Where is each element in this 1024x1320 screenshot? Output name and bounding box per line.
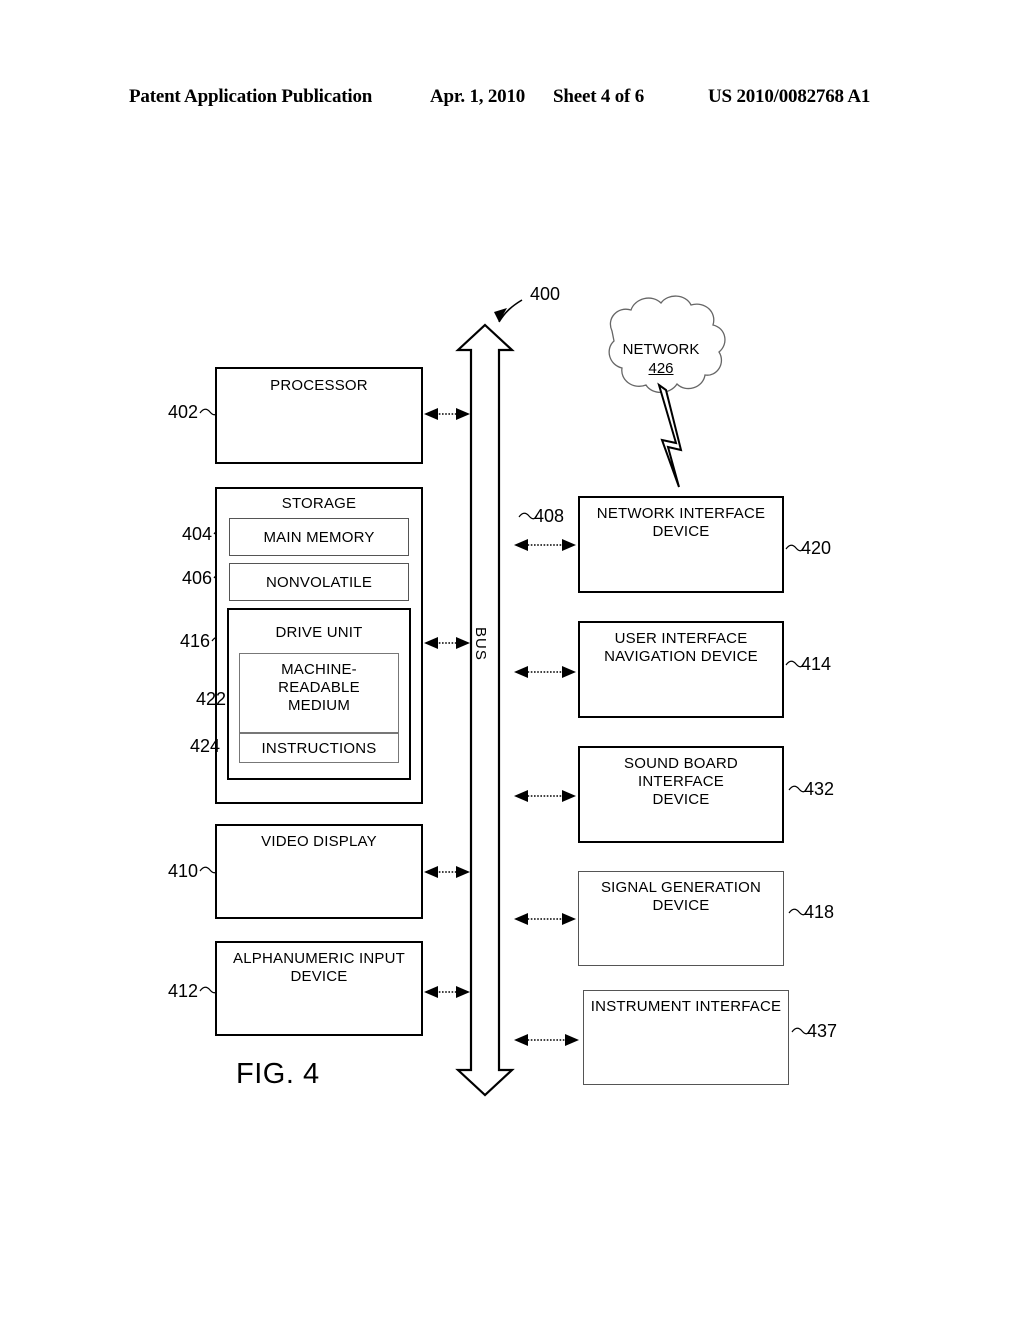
ref-414: 414 [801,654,832,674]
block-instrument-interface: INSTRUMENT INTERFACE [583,990,789,1085]
block-network-interface-device: NETWORK INTERFACE DEVICE [578,496,784,593]
bus-arrow-shape [455,323,515,1097]
block-main-memory-label: MAIN MEMORY [263,529,375,546]
ref-437: 437 [807,1021,838,1041]
figure-4-block-diagram: BUS NETWORK 426 PROCESSOR STORAGE MAIN M… [0,0,1024,1320]
connector-bus-ui-navigation [514,666,576,678]
block-sound-board-interface-device: SOUND BOARD INTERFACE DEVICE [578,746,784,843]
block-video-display: VIDEO DISPLAY [215,824,423,919]
block-machine-readable-medium: MACHINE- READABLE MEDIUM [239,653,399,733]
connector-driveunit-bus [424,637,470,649]
block-processor-label: PROCESSOR [270,377,368,394]
figure-caption: FIG. 4 [236,1058,320,1090]
connector-bus-network-interface [514,539,576,551]
block-nonvolatile-label: NONVOLATILE [265,574,373,591]
block-user-interface-navigation-device: USER INTERFACE NAVIGATION DEVICE [578,621,784,718]
ref-400-system: 400 [530,284,561,304]
connector-bus-instrument-interface [514,1034,579,1046]
ref-412: 412 [168,981,199,1001]
block-alphanumeric-input-device: ALPHANUMERIC INPUT DEVICE [215,941,423,1036]
connector-processor-bus [424,408,470,420]
block-processor: PROCESSOR [215,367,423,464]
block-sound-board-interface-device-label: SOUND BOARD INTERFACE DEVICE [624,755,738,808]
system-ref-leader [494,299,523,323]
ref-422: 422 [196,689,227,709]
ref-408-bus: 408 [534,506,565,526]
network-cloud-label: NETWORK 426 [586,340,736,378]
connector-videodisplay-bus [424,866,470,878]
diagram-vector-layer [199,295,811,1097]
connector-alphanumeric-bus [424,986,470,998]
network-cloud-ref: 426 [648,360,674,377]
ref-402: 402 [168,402,199,422]
block-signal-generation-device-label: SIGNAL GENERATION DEVICE [600,879,762,914]
block-machine-readable-medium-label: MACHINE- READABLE MEDIUM [278,661,360,714]
ref-418: 418 [804,902,835,922]
ref-432: 432 [804,779,835,799]
block-user-interface-navigation-device-label: USER INTERFACE NAVIGATION DEVICE [604,630,758,665]
ref-420: 420 [801,538,832,558]
block-instructions: INSTRUCTIONS [239,733,399,763]
ref-424: 424 [190,736,221,756]
connector-bus-sound-board [514,790,576,802]
block-video-display-label: VIDEO DISPLAY [261,833,377,850]
block-instrument-interface-label: INSTRUMENT INTERFACE [590,998,782,1015]
block-main-memory: MAIN MEMORY [229,518,409,556]
bus-label: BUS [472,627,489,661]
block-instructions-label: INSTRUCTIONS [261,740,377,757]
network-cloud-title: NETWORK [622,341,700,358]
block-drive-unit-label: DRIVE UNIT [275,624,363,641]
block-storage-label: STORAGE [281,495,357,512]
block-network-interface-device-label: NETWORK INTERFACE DEVICE [596,505,766,540]
ref-416: 416 [180,631,211,651]
connector-bus-signal-generation [514,913,576,925]
ref-410: 410 [168,861,199,881]
block-signal-generation-device: SIGNAL GENERATION DEVICE [578,871,784,966]
ref-404: 404 [182,524,213,544]
ref-406: 406 [182,568,213,588]
lightning-bolt-connector [657,382,683,488]
block-nonvolatile: NONVOLATILE [229,563,409,601]
block-alphanumeric-input-device-label: ALPHANUMERIC INPUT DEVICE [233,950,405,985]
